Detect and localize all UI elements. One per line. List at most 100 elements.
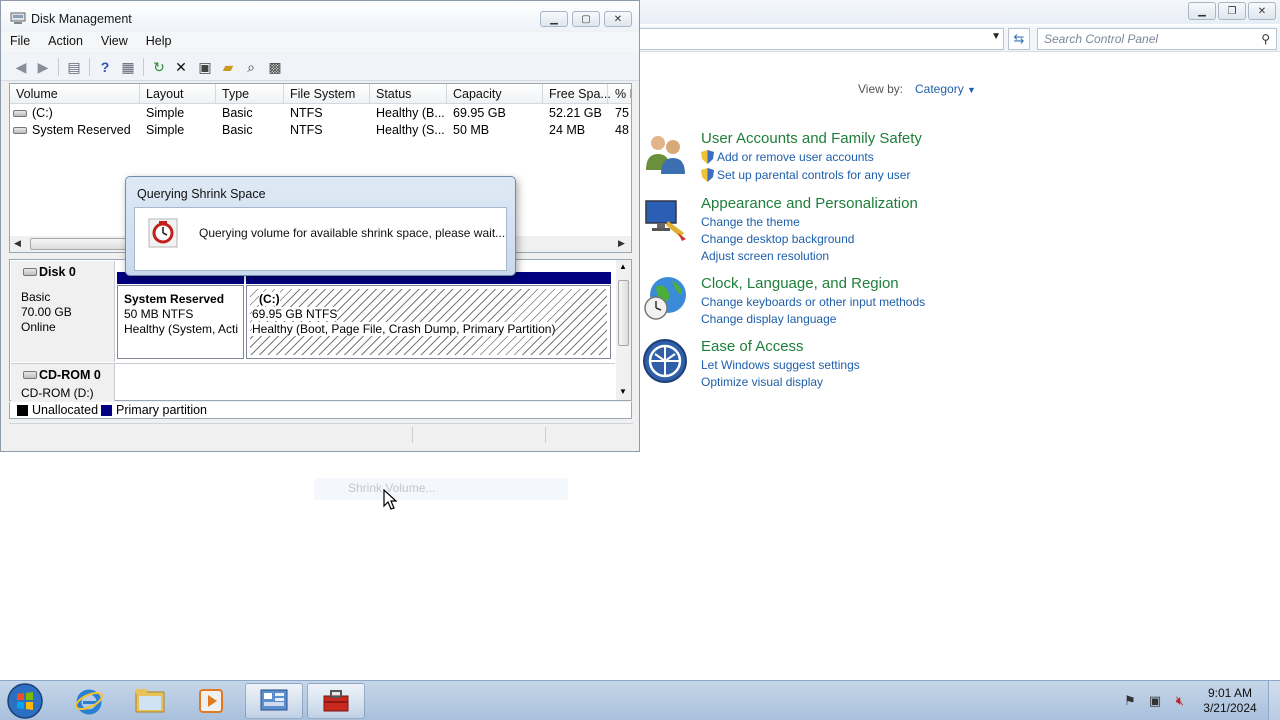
view-by-dropdown[interactable]: Category ▼ (915, 82, 976, 96)
control-panel-address-bar: ▼ ⇆ Search Control Panel ⚲ (638, 26, 1280, 52)
address-field[interactable]: ▼ (638, 28, 1004, 50)
chevron-down-icon[interactable]: ▼ (991, 31, 1001, 42)
appearance-icon[interactable] (642, 195, 688, 241)
link-change-background[interactable]: Change desktop background (701, 232, 854, 246)
open-folder-icon[interactable]: ▰ (219, 58, 237, 76)
scroll-left-icon[interactable]: ◀ (14, 238, 21, 249)
menu-action[interactable]: Action (39, 32, 92, 52)
taskbar-control-panel[interactable] (245, 683, 303, 719)
settings-icon[interactable]: ▩ (266, 58, 284, 76)
dialog-message: Querying volume for available shrink spa… (199, 226, 506, 240)
volume-list-header: Volume Layout Type File System Status Ca… (10, 84, 631, 104)
menu-file[interactable]: File (1, 32, 39, 52)
column-header-file-system[interactable]: File System (290, 87, 355, 101)
delete-icon[interactable]: ✕ (172, 58, 190, 76)
link-screen-resolution[interactable]: Adjust screen resolution (701, 249, 829, 263)
column-header-percent-free[interactable]: % F (615, 87, 631, 101)
disk-0-label[interactable]: Disk 0 Basic 70.00 GB Online (11, 261, 115, 362)
find-icon[interactable]: ⌕ (242, 58, 260, 76)
column-header-volume[interactable]: Volume (16, 87, 58, 101)
close-button[interactable]: ✕ (604, 11, 632, 27)
refresh-icon: ⇆ (1013, 31, 1025, 46)
category-title[interactable]: Ease of Access (701, 338, 804, 355)
column-divider[interactable] (139, 84, 140, 104)
column-header-status[interactable]: Status (376, 87, 411, 101)
category-title[interactable]: Appearance and Personalization (701, 195, 918, 212)
show-desktop-button[interactable] (1268, 681, 1280, 720)
category-title[interactable]: User Accounts and Family Safety (701, 130, 922, 147)
action-center-flag-icon[interactable]: ⚑ (1122, 693, 1138, 709)
system-clock[interactable]: 9:01 AM 3/21/2024 (1196, 686, 1264, 716)
column-divider[interactable] (542, 84, 543, 104)
refresh-button[interactable]: ⇆ (1008, 28, 1030, 50)
taskbar-file-explorer[interactable] (121, 683, 179, 719)
link-display-language[interactable]: Change display language (701, 312, 836, 326)
column-divider[interactable] (283, 84, 284, 104)
link-add-remove-users[interactable]: Add or remove user accounts (717, 150, 874, 164)
link-parental-controls[interactable]: Set up parental controls for any user (717, 168, 910, 182)
minimize-button[interactable]: ▁ (540, 11, 568, 27)
table-row[interactable]: (C:) Simple Basic NTFS Healthy (B... 69.… (10, 105, 631, 122)
legend: Unallocated Primary partition (9, 402, 632, 419)
start-button-icon[interactable] (5, 682, 45, 720)
ease-of-access-icon[interactable] (642, 338, 688, 384)
search-placeholder: Search Control Panel (1044, 32, 1159, 46)
properties-icon[interactable]: ▣ (196, 58, 214, 76)
column-header-type[interactable]: Type (222, 87, 249, 101)
show-hide-console-icon[interactable]: ▤ (65, 58, 83, 76)
cdrom-0-label[interactable]: CD-ROM 0 CD-ROM (D:) (11, 364, 115, 401)
search-icon[interactable]: ⚲ (1261, 32, 1270, 46)
forward-arrow-icon[interactable]: ▶ (34, 58, 52, 76)
refresh-icon[interactable]: ↻ (150, 58, 168, 76)
cell-free-space: 52.21 GB (549, 106, 602, 120)
cell-layout: Simple (146, 106, 185, 120)
users-icon[interactable] (642, 130, 688, 176)
close-button[interactable]: ✕ (1248, 2, 1276, 20)
category-ease-of-access: Ease of Access Let Windows suggest setti… (638, 338, 1278, 394)
category-title[interactable]: Clock, Language, and Region (701, 275, 899, 292)
internet-explorer-icon (75, 689, 103, 715)
partition-c[interactable]: (C:) 69.95 GB NTFS Healthy (Boot, Page F… (246, 285, 611, 359)
table-row[interactable]: System Reserved Simple Basic NTFS Health… (10, 122, 631, 139)
link-change-keyboards[interactable]: Change keyboards or other input methods (701, 295, 925, 309)
link-suggest-settings[interactable]: Let Windows suggest settings (701, 358, 860, 372)
restore-button[interactable]: ❐ (1218, 2, 1246, 20)
column-divider[interactable] (369, 84, 370, 104)
column-header-free-space[interactable]: Free Spa... (549, 87, 611, 101)
maximize-button[interactable]: ▢ (572, 11, 600, 27)
scroll-down-icon[interactable]: ▼ (619, 387, 627, 396)
partition-system-reserved[interactable]: System Reserved 50 MB NTFS Healthy (Syst… (117, 285, 244, 359)
column-divider[interactable] (607, 84, 608, 104)
column-divider[interactable] (215, 84, 216, 104)
toolbar: ◀ ▶ ▤ ? ▦ ↻ ✕ ▣ ▰ ⌕ ▩ (1, 53, 639, 81)
search-input[interactable]: Search Control Panel ⚲ (1037, 28, 1277, 50)
view-by-label: View by: (858, 82, 904, 96)
taskbar-internet-explorer[interactable] (60, 683, 118, 719)
vertical-scrollbar[interactable]: ▲ ▼ (616, 260, 631, 400)
link-optimize-display[interactable]: Optimize visual display (701, 375, 823, 389)
scrollbar-thumb[interactable] (618, 280, 629, 346)
help-icon[interactable]: ? (96, 58, 114, 76)
column-header-layout[interactable]: Layout (146, 87, 184, 101)
scrollbar-thumb[interactable] (30, 238, 140, 250)
disk-management-titlebar[interactable]: Disk Management ▁ ▢ ✕ (1, 1, 639, 31)
minimize-button[interactable]: ▁ (1188, 2, 1216, 20)
taskbar: ⚑ ▣ 🔇︎ 9:01 AM 3/21/2024 (0, 680, 1280, 720)
scroll-up-icon[interactable]: ▲ (619, 262, 627, 271)
back-arrow-icon[interactable]: ◀ (12, 58, 30, 76)
drive-icon (13, 110, 27, 117)
hard-disk-icon (23, 268, 37, 276)
network-icon[interactable]: ▣ (1147, 693, 1163, 709)
column-divider[interactable] (446, 84, 447, 104)
menu-view[interactable]: View (92, 32, 137, 52)
properties-list-icon[interactable]: ▦ (119, 58, 137, 76)
partition-name: (C:) (259, 292, 280, 306)
taskbar-disk-management[interactable] (307, 683, 365, 719)
scroll-right-icon[interactable]: ▶ (618, 238, 625, 249)
column-header-capacity[interactable]: Capacity (453, 87, 502, 101)
volume-muted-icon[interactable]: 🔇︎ (1172, 693, 1188, 709)
taskbar-media-player[interactable] (182, 683, 240, 719)
link-change-theme[interactable]: Change the theme (701, 215, 800, 229)
globe-clock-icon[interactable] (642, 275, 688, 321)
menu-help[interactable]: Help (137, 32, 181, 52)
